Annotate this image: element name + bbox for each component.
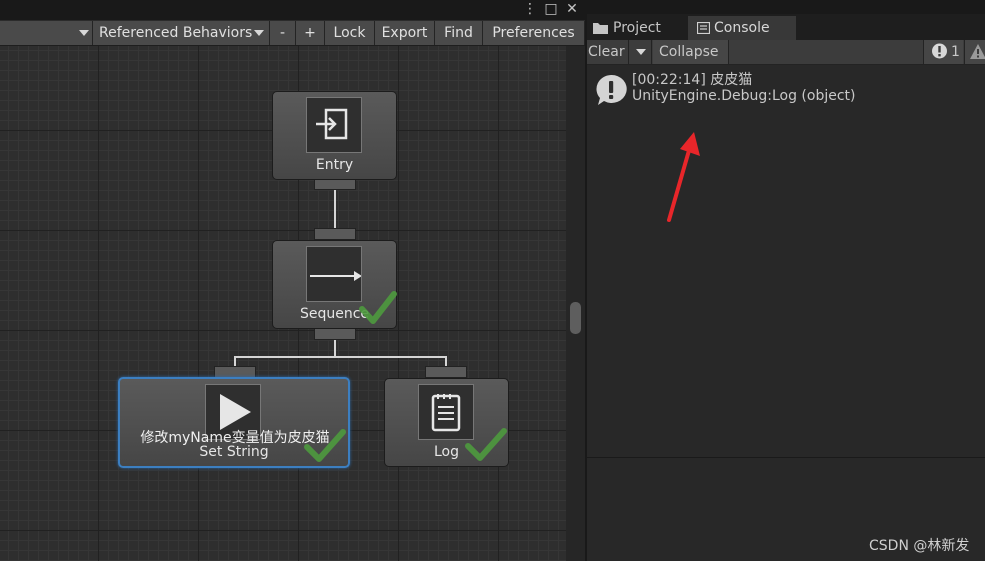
entry-node-label: Entry: [315, 157, 354, 173]
folder-icon: [593, 23, 608, 34]
chevron-down-icon: [254, 30, 264, 36]
warning-filter-toggle[interactable]: [964, 40, 985, 64]
collapse-toggle[interactable]: Collapse: [653, 40, 729, 64]
set-string-node[interactable]: Set String: [118, 377, 350, 468]
more-options-icon[interactable]: ⋮: [521, 0, 539, 18]
sequence-node[interactable]: Sequence: [272, 240, 397, 329]
tab-project[interactable]: Project: [587, 16, 687, 40]
lock-button[interactable]: Lock: [325, 21, 375, 45]
log-node[interactable]: Log: [384, 378, 509, 467]
connector-line: [334, 340, 336, 357]
add-button[interactable]: +: [296, 21, 325, 45]
behavior-designer-panel: ⋮ □ ✕ Referenced Behaviors - + Lock Expo…: [0, 0, 585, 561]
sequence-input-port[interactable]: [314, 228, 356, 240]
log-stacktrace: UnityEngine.Debug:Log (object): [632, 88, 856, 104]
export-button[interactable]: Export: [375, 21, 435, 45]
console-icon: [697, 22, 710, 34]
find-button[interactable]: Find: [435, 21, 483, 45]
log-message: [00:22:14] 皮皮猫: [632, 72, 753, 88]
info-icon: [932, 43, 947, 59]
info-filter-toggle[interactable]: 1: [923, 40, 963, 64]
console-panel: Project Console Clear Collapse 1 [00:22:…: [587, 0, 985, 561]
vertical-scrollbar[interactable]: [566, 46, 585, 561]
chevron-down-icon: [79, 30, 89, 36]
referenced-behaviors-dropdown[interactable]: Referenced Behaviors: [93, 21, 270, 45]
clear-options-dropdown[interactable]: [630, 40, 652, 64]
console-titlebar: [587, 0, 985, 14]
preferences-button[interactable]: Preferences: [483, 21, 585, 45]
panel-titlebar: ⋮ □ ✕: [0, 0, 585, 20]
tab-console[interactable]: Console: [688, 16, 796, 40]
log-input-port[interactable]: [425, 366, 467, 378]
tab-project-label: Project: [613, 20, 661, 36]
console-toolbar: Clear Collapse 1: [587, 40, 985, 65]
clear-button[interactable]: Clear: [587, 40, 629, 64]
info-count: 1: [951, 44, 960, 60]
tab-bar: Project Console: [587, 14, 985, 40]
node-comment: 修改myName变量值为皮皮猫: [140, 430, 330, 446]
connector-line: [234, 356, 447, 358]
scrollbar-thumb[interactable]: [570, 302, 581, 334]
success-check-icon: [465, 428, 507, 461]
log-entry[interactable]: [00:22:14] 皮皮猫 UnityEngine.Debug:Log (ob…: [587, 66, 985, 116]
connector-line: [334, 190, 336, 230]
success-check-icon: [359, 291, 397, 324]
tab-console-label: Console: [714, 20, 770, 36]
behavior-dropdown[interactable]: [0, 21, 93, 45]
chevron-down-icon: [636, 49, 646, 55]
watermark: CSDN @林新发: [869, 538, 970, 554]
sequence-output-port[interactable]: [314, 328, 356, 340]
arrow-right-icon: [306, 246, 362, 302]
warning-icon: [970, 44, 985, 59]
referenced-behaviors-label: Referenced Behaviors: [99, 25, 253, 41]
info-bubble-icon: [596, 74, 627, 105]
designer-toolbar: Referenced Behaviors - + Lock Export Fin…: [0, 21, 585, 46]
entry-node[interactable]: Entry: [272, 91, 397, 180]
entry-icon: [306, 97, 362, 153]
red-annotation-arrow: [667, 132, 700, 222]
maximize-icon[interactable]: □: [541, 0, 561, 18]
close-icon[interactable]: ✕: [562, 0, 582, 18]
remove-button[interactable]: -: [270, 21, 296, 45]
